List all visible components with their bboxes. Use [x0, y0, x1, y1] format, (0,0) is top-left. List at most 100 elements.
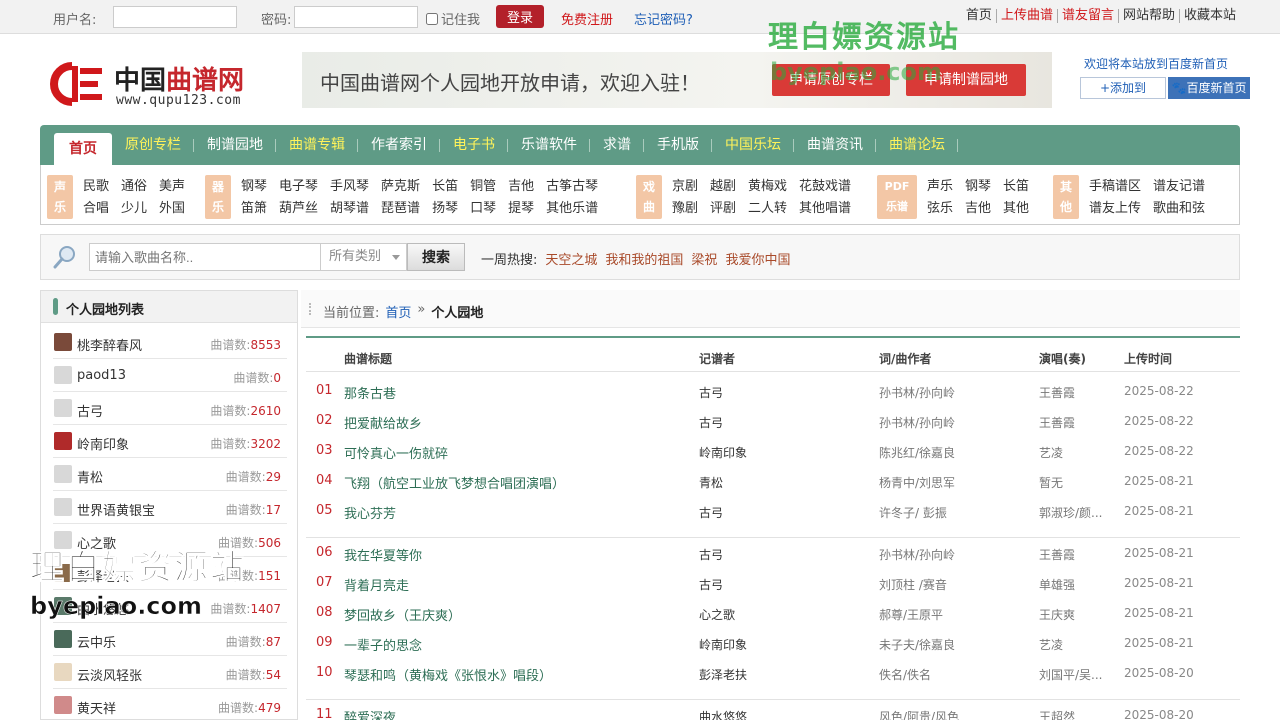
- category-link[interactable]: 京剧: [672, 175, 698, 197]
- nav-software[interactable]: 乐谱软件: [508, 125, 590, 165]
- garden-list-item[interactable]: 心之歌 曲谱数:506: [53, 524, 287, 557]
- garden-name[interactable]: 桃李醉春风: [77, 335, 142, 354]
- category-link[interactable]: 提琴: [508, 197, 534, 219]
- nav-mobile[interactable]: 手机版: [644, 125, 712, 165]
- table-row[interactable]: 01 那条古巷 古弓 孙书林/孙向岭 王善霞 2025-08-22: [306, 376, 1240, 406]
- top-link-help[interactable]: 网站帮助: [1117, 9, 1179, 23]
- category-link[interactable]: 声乐: [927, 175, 953, 197]
- nav-home[interactable]: 首页: [54, 133, 112, 165]
- table-row[interactable]: 10 琴瑟和鸣（黄梅戏《张恨水》唱段） 彭泽老扶 佚名/佚名 刘国平/吴... 2025-…: [306, 658, 1240, 688]
- category-link[interactable]: 钢琴: [241, 175, 267, 197]
- garden-name[interactable]: 世界语黄银宝: [77, 500, 155, 519]
- recorder-link[interactable]: 曲水悠悠: [699, 708, 747, 720]
- recorder-link[interactable]: 岭南印象: [699, 444, 747, 461]
- category-link[interactable]: 笛箫: [241, 197, 267, 219]
- recorder-link[interactable]: 青松: [699, 474, 723, 491]
- search-input[interactable]: [89, 243, 321, 271]
- promo-banner[interactable]: 中国曲谱网个人园地开放申请，欢迎入驻！ 申请原创专栏 申请制谱园地: [302, 52, 1052, 108]
- score-title-link[interactable]: 背着月亮走: [344, 575, 409, 594]
- table-row[interactable]: 03 可怜真心一伤就碎 岭南印象 陈兆红/徐嘉良 艺凌 2025-08-22: [306, 436, 1240, 466]
- recorder-link[interactable]: 古弓: [699, 546, 723, 563]
- nav-ebook[interactable]: 电子书: [440, 125, 508, 165]
- garden-list-item[interactable]: 彭泽老扶 曲谱数:151: [53, 557, 287, 590]
- forgot-password-link[interactable]: 忘记密码?: [634, 9, 693, 28]
- top-link-bookmark[interactable]: 收藏本站: [1178, 9, 1240, 23]
- category-link[interactable]: 铜管: [470, 175, 496, 197]
- score-title-link[interactable]: 把爱献给故乡: [344, 413, 422, 432]
- site-logo[interactable]: 中国曲谱网 www.qupu123.com: [50, 58, 270, 118]
- apply-original-button[interactable]: 申请原创专栏: [772, 64, 890, 96]
- category-link[interactable]: 电子琴: [279, 175, 318, 197]
- baidu-home-button[interactable]: 🐾百度新首页: [1168, 77, 1250, 99]
- category-link[interactable]: 胡琴谱: [330, 197, 369, 219]
- category-link[interactable]: 手风琴: [330, 175, 369, 197]
- add-to-button[interactable]: +添加到: [1080, 77, 1166, 99]
- hot-search-link[interactable]: 我和我的祖国: [605, 249, 683, 268]
- hot-search-link[interactable]: 我爱你中国: [725, 249, 790, 268]
- garden-list-item[interactable]: 桃李醉春风 曲谱数:8553: [53, 326, 287, 359]
- category-link[interactable]: 少儿: [121, 197, 147, 219]
- garden-list-item[interactable]: 云中乐 曲谱数:87: [53, 623, 287, 656]
- table-row[interactable]: 06 我在华夏等你 古弓 孙书林/孙向岭 王善霞 2025-08-21: [306, 538, 1240, 568]
- garden-list-item[interactable]: 世界语黄银宝 曲谱数:17: [53, 491, 287, 524]
- nav-garden[interactable]: 制谱园地: [194, 125, 276, 165]
- nav-album[interactable]: 曲谱专辑: [276, 125, 358, 165]
- category-link[interactable]: 吉他: [965, 197, 991, 219]
- garden-name[interactable]: 心之歌: [77, 533, 116, 552]
- category-link[interactable]: 钢琴: [965, 175, 991, 197]
- garden-list-item[interactable]: 云淡风轻张 曲谱数:54: [53, 656, 287, 689]
- hot-search-link[interactable]: 梁祝: [691, 249, 717, 268]
- login-button[interactable]: 登录: [496, 5, 544, 28]
- nav-music-scene[interactable]: 中国乐坛: [712, 125, 794, 165]
- category-link[interactable]: 黄梅戏: [748, 175, 787, 197]
- remember-checkbox[interactable]: [426, 12, 438, 25]
- top-link-guestbook[interactable]: 谱友留言: [1056, 9, 1118, 23]
- top-link-upload[interactable]: 上传曲谱: [995, 9, 1057, 23]
- garden-list-item[interactable]: 青松 曲谱数:29: [53, 458, 287, 491]
- garden-list-item[interactable]: 岭南印象 曲谱数:3202: [53, 425, 287, 458]
- category-link[interactable]: 古筝古琴: [546, 175, 598, 197]
- category-link[interactable]: 琵琶谱: [381, 197, 420, 219]
- table-row[interactable]: 08 梦回故乡（王庆爽） 心之歌 郝尊/王原平 王庆爽 2025-08-21: [306, 598, 1240, 628]
- category-link[interactable]: 越剧: [710, 175, 736, 197]
- score-title-link[interactable]: 那条古巷: [344, 383, 396, 402]
- apply-garden-button[interactable]: 申请制谱园地: [906, 64, 1026, 96]
- category-link[interactable]: 通俗: [121, 175, 147, 197]
- garden-list-item[interactable]: 黄天祥 曲谱数:479: [53, 689, 287, 720]
- category-link[interactable]: 长笛: [432, 175, 458, 197]
- category-link[interactable]: 其他: [1003, 197, 1029, 219]
- score-title-link[interactable]: 可怜真心一伤就碎: [344, 443, 448, 462]
- top-link-home[interactable]: 首页: [962, 9, 996, 23]
- garden-list-item[interactable]: 曲水悠悠 曲谱数:1407: [53, 590, 287, 623]
- recorder-link[interactable]: 古弓: [699, 504, 723, 521]
- register-link[interactable]: 免费注册: [561, 9, 613, 28]
- category-link[interactable]: 二人转: [748, 197, 787, 219]
- category-link[interactable]: 合唱: [83, 197, 109, 219]
- category-link[interactable]: 扬琴: [432, 197, 458, 219]
- category-link[interactable]: 葫芦丝: [279, 197, 318, 219]
- score-title-link[interactable]: 我在华夏等你: [344, 545, 422, 564]
- score-title-link[interactable]: 醉爱深夜: [344, 707, 396, 720]
- garden-name[interactable]: 青松: [77, 467, 103, 486]
- garden-name[interactable]: paod13: [77, 368, 126, 383]
- garden-name[interactable]: 岭南印象: [77, 434, 129, 453]
- nav-author-index[interactable]: 作者索引: [358, 125, 440, 165]
- category-link[interactable]: 谱友上传: [1089, 197, 1141, 219]
- category-link[interactable]: 其他唱谱: [799, 197, 851, 219]
- garden-name[interactable]: 彭泽老扶: [77, 566, 129, 585]
- category-link[interactable]: 弦乐: [927, 197, 953, 219]
- username-input[interactable]: [113, 6, 237, 28]
- table-row[interactable]: 04 飞翔（航空工业放飞梦想合唱团演唱） 青松 杨青中/刘思军 暂无 2025-08-21: [306, 466, 1240, 496]
- remember-me[interactable]: 记住我: [426, 9, 480, 28]
- score-title-link[interactable]: 梦回故乡（王庆爽）: [344, 605, 461, 624]
- category-link[interactable]: 谱友记谱: [1153, 175, 1205, 197]
- recorder-link[interactable]: 心之歌: [699, 606, 735, 623]
- category-link[interactable]: 花鼓戏谱: [799, 175, 851, 197]
- category-link[interactable]: 歌曲和弦: [1153, 197, 1205, 219]
- table-row[interactable]: 05 我心芬芳 古弓 许冬子/ 彭振 郭淑珍/颜... 2025-08-21: [306, 496, 1240, 526]
- recorder-link[interactable]: 岭南印象: [699, 636, 747, 653]
- category-link[interactable]: 豫剧: [672, 197, 698, 219]
- garden-name[interactable]: 云中乐: [77, 632, 116, 651]
- category-link[interactable]: 外国: [159, 197, 185, 219]
- category-link[interactable]: 民歌: [83, 175, 109, 197]
